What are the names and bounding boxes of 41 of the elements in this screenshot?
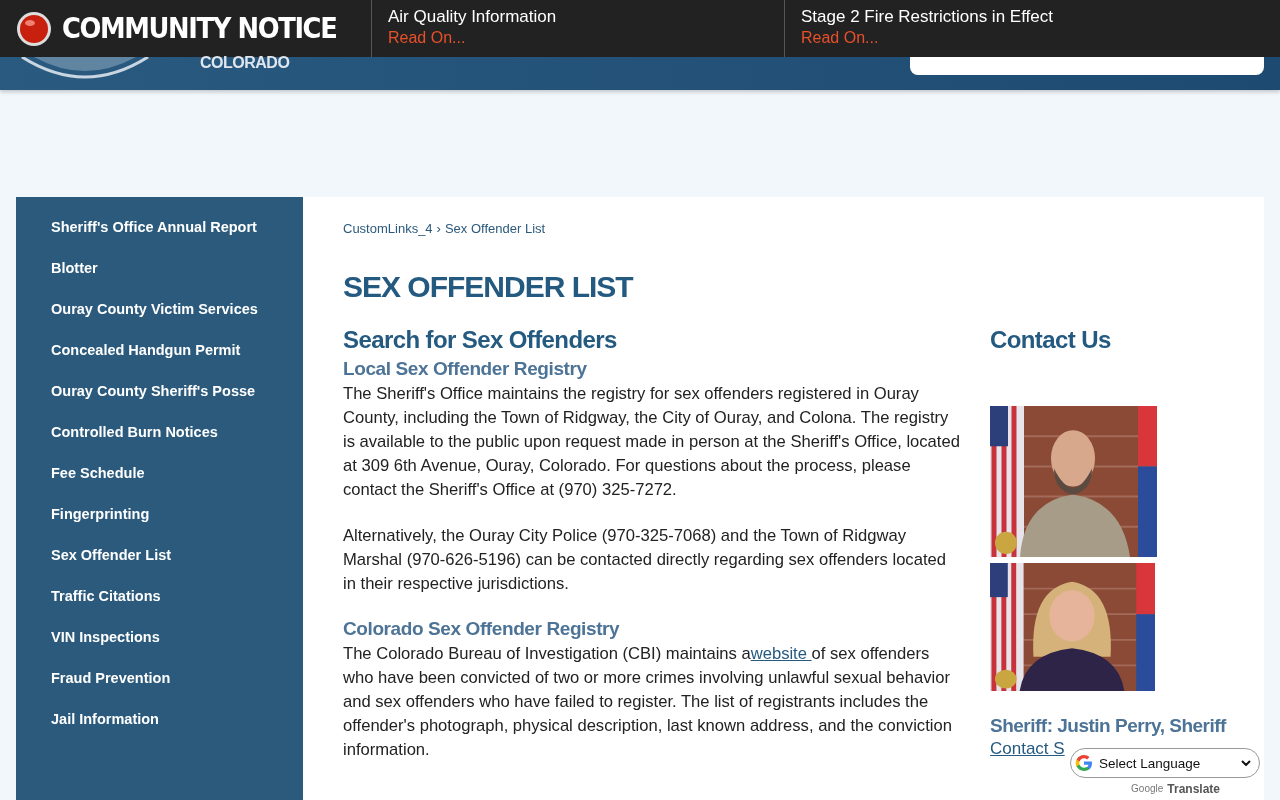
site-subtitle: COLORADO bbox=[200, 57, 290, 69]
google-logo-text: Google bbox=[1131, 782, 1164, 796]
subsection-heading: Local Sex Offender Registry bbox=[343, 358, 588, 380]
subsection-heading: Colorado Sex Offender Registry bbox=[343, 618, 621, 640]
contact-link[interactable]: Contact S bbox=[990, 739, 1065, 758]
breadcrumb-link[interactable]: CustomLinks_4 bbox=[343, 221, 433, 236]
google-icon bbox=[1074, 753, 1094, 773]
paragraph: Alternatively, the Ouray City Police (970-325-7068) and the Town of Ridgway Marshal (970-626-5196) can be contacted directly regarding sex offenders located in their respective jurisdictions. bbox=[343, 525, 947, 595]
chevron-down-icon bbox=[1241, 760, 1251, 766]
breadcrumb-link[interactable]: Sex Offender List bbox=[444, 221, 546, 236]
notice-headline: Air Quality Information bbox=[388, 7, 557, 27]
sidebar-item[interactable]: Ouray County Sheriff's Posse bbox=[16, 381, 303, 402]
sidebar-item[interactable]: Fingerprinting bbox=[16, 504, 303, 525]
translate-label: Translate bbox=[1167, 782, 1220, 796]
read-on-link[interactable]: Read On... bbox=[388, 29, 466, 47]
sidebar-item[interactable]: VIN Inspections bbox=[16, 627, 303, 648]
sidebar-item[interactable]: Sex Offender List bbox=[16, 545, 303, 566]
sidebar-item[interactable]: Jail Information bbox=[16, 709, 303, 730]
page-title: SEX OFFENDER LIST bbox=[343, 270, 635, 304]
paragraph: The Colorado Bureau of Investigation (CBI) maintains awebsite of sex offenders who have been convicted of two or more crimes involving unlawful sexual behavior and sex offenders who have failed to register. The list of registrants includes the offender's photograph, physical description, last known address, and the conviction information. bbox=[343, 643, 953, 761]
sidebar-item[interactable]: Blotter bbox=[16, 258, 303, 279]
sidebar-item[interactable]: Concealed Handgun Permit bbox=[16, 340, 303, 361]
section-heading: Search for Sex Offenders bbox=[343, 326, 618, 354]
read-on-link[interactable]: Read On... bbox=[801, 29, 879, 47]
sidebar-item[interactable]: Traffic Citations bbox=[16, 586, 303, 607]
sidebar-item[interactable]: Sheriff's Office Annual Report bbox=[16, 217, 303, 238]
logo-icon bbox=[20, 57, 150, 81]
contact-name: Sheriff: Justin Perry, Sheriff bbox=[990, 715, 1228, 737]
notice-title: COMMUNITY NOTICE bbox=[62, 12, 337, 45]
contact-heading: Contact Us bbox=[990, 326, 1112, 354]
breadcrumb-separator: › bbox=[436, 221, 441, 236]
alert-light-icon bbox=[16, 10, 52, 47]
sidebar-item[interactable]: Controlled Burn Notices bbox=[16, 422, 303, 443]
search-field[interactable] bbox=[910, 57, 1264, 75]
language-select[interactable]: Select Language bbox=[1070, 748, 1260, 778]
sidebar-item[interactable]: Fraud Prevention bbox=[16, 668, 303, 689]
website-link[interactable]: website bbox=[750, 644, 812, 663]
notice-headline: Stage 2 Fire Restrictions in Effect bbox=[801, 7, 1053, 27]
sidebar-item[interactable]: Fee Schedule bbox=[16, 463, 303, 484]
paragraph: The Sheriff's Office maintains the registry for sex offenders registered in Ouray County, including the Town of Ridgway, the City of Ouray, and Colona. The registry is available to the public upon request made in person at the Sheriff's Office, located at 309 6th Avenue, Ouray, Colorado. For questions about the process, please contact the Sheriff's Office at (970) 325-7272. bbox=[343, 383, 961, 501]
sidebar-item[interactable]: Ouray County Victim Services bbox=[16, 299, 303, 320]
